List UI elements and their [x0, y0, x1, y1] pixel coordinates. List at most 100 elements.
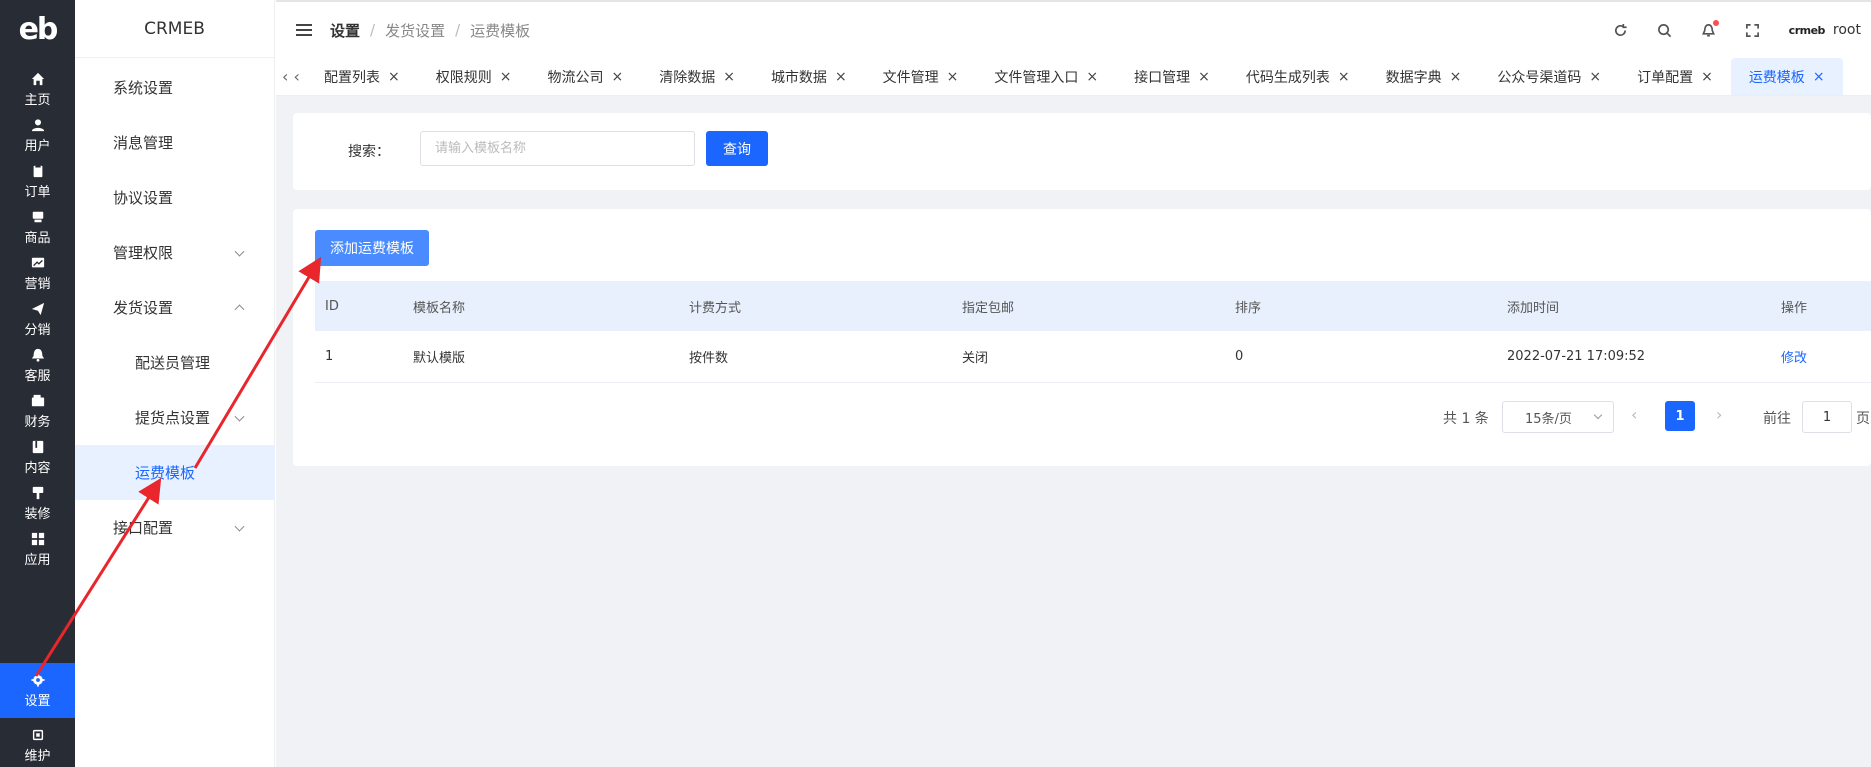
top-header: 设置 / 发货设置 / 运费模板 crmeb root [276, 0, 1871, 58]
tab-city-data[interactable]: 城市数据 × [753, 58, 865, 95]
page-size-value: 15条/页 [1525, 411, 1572, 427]
tab-permission-rules[interactable]: 权限规则 × [418, 58, 530, 95]
rail-item-apps[interactable]: 应用 [0, 522, 75, 577]
edit-link[interactable]: 修改 [1781, 347, 1807, 366]
home-icon [31, 72, 44, 85]
chevron-down-icon [234, 246, 245, 257]
tab-label: 运费模板 [1748, 69, 1805, 86]
submenu-item-label: 系统设置 [113, 79, 174, 97]
close-icon[interactable]: × [1813, 69, 1825, 85]
tab-file-management-entry[interactable]: 文件管理入口 × [976, 58, 1116, 95]
breadcrumb-item: 运费模板 [470, 21, 531, 40]
wallet-icon [31, 394, 44, 406]
close-icon[interactable]: × [388, 69, 400, 85]
tab-code-generation-list[interactable]: 代码生成列表 × [1228, 58, 1368, 95]
tab-order-config[interactable]: 订单配置 × [1619, 58, 1731, 95]
tab-label: 代码生成列表 [1245, 69, 1330, 86]
submenu-item-label: 管理权限 [113, 244, 174, 262]
tab-label: 数据字典 [1385, 69, 1442, 86]
tab-data-dictionary[interactable]: 数据字典 × [1368, 58, 1480, 95]
close-icon[interactable]: × [1701, 69, 1713, 85]
chevron-down-icon [1593, 410, 1603, 420]
submenu-item-api-config[interactable]: 接口配置 [75, 500, 275, 555]
user-avatar-logo[interactable]: crmeb [1789, 24, 1826, 37]
notification-button[interactable] [1687, 2, 1731, 58]
rail-item-label: 应用 [24, 552, 51, 568]
marketing-icon [31, 257, 44, 267]
username[interactable]: root [1833, 22, 1861, 38]
close-icon[interactable]: × [1198, 69, 1210, 85]
refresh-button[interactable] [1599, 2, 1643, 58]
prev-page-button[interactable]: ‹ [1631, 405, 1637, 424]
column-header-name: 模板名称 [413, 300, 466, 316]
template-table-card: 添加运费模板 ID 模板名称 计费方式 指定包邮 排序 添加时间 操作 1 默认… [293, 209, 1871, 466]
rail-item-settings[interactable]: 设置 [0, 663, 75, 718]
page-suffix-label: 页 [1856, 411, 1870, 427]
add-shipping-template-button[interactable]: 添加运费模板 [315, 230, 429, 266]
submenu-item-courier-management[interactable]: 配送员管理 [75, 335, 275, 390]
cell-billing: 按件数 [689, 351, 729, 366]
chevron-up-icon [234, 303, 245, 314]
page-size-select[interactable]: 15条/页 [1502, 401, 1614, 433]
next-page-button[interactable]: › [1716, 405, 1722, 424]
header-actions: crmeb root [1599, 2, 1861, 58]
app-logo[interactable]: eb [0, 0, 75, 58]
submenu-item-label: 提货点设置 [135, 409, 211, 427]
close-icon[interactable]: × [1338, 69, 1350, 85]
rail-item-label: 营销 [24, 276, 51, 292]
close-icon[interactable]: × [947, 69, 959, 85]
submenu-item-label: 运费模板 [135, 464, 196, 482]
tab-logistics-company[interactable]: 物流公司 × [529, 58, 641, 95]
query-button[interactable]: 查询 [706, 131, 768, 166]
breadcrumb: 设置 / 发货设置 / 运费模板 [330, 20, 530, 41]
search-label: 搜索： [348, 144, 390, 160]
submenu-item-message-management[interactable]: 消息管理 [75, 115, 275, 170]
breadcrumb-item[interactable]: 设置 [330, 20, 360, 41]
close-icon[interactable]: × [723, 69, 735, 85]
submenu-item-permissions[interactable]: 管理权限 [75, 225, 275, 280]
submenu-item-agreement-settings[interactable]: 协议设置 [75, 170, 275, 225]
table-header: ID 模板名称 计费方式 指定包邮 排序 添加时间 操作 [315, 281, 1871, 331]
close-icon[interactable]: × [500, 69, 512, 85]
rail-item-maintenance[interactable]: 维护 [0, 718, 75, 767]
menu-toggle-icon[interactable] [296, 24, 312, 36]
rail-item-label: 客服 [24, 368, 51, 384]
page-number-current[interactable]: 1 [1665, 401, 1695, 431]
breadcrumb-item[interactable]: 发货设置 [385, 20, 445, 41]
tab-config-list[interactable]: 配置列表 × [306, 58, 418, 95]
tab-label: 文件管理 [882, 69, 939, 86]
tab-wechat-channel-code[interactable]: 公众号渠道码 × [1479, 58, 1619, 95]
close-icon[interactable]: × [611, 69, 623, 85]
submenu-item-label: 消息管理 [113, 134, 174, 152]
close-icon[interactable]: × [1086, 69, 1098, 85]
rail-item-label: 维护 [24, 748, 51, 764]
close-icon[interactable]: × [1450, 69, 1462, 85]
tab-shipping-template[interactable]: 运费模板 × [1730, 58, 1843, 95]
tab-api-management[interactable]: 接口管理 × [1116, 58, 1228, 95]
tab-label: 文件管理入口 [994, 69, 1079, 86]
tab-clear-data[interactable]: 清除数据 × [641, 58, 753, 95]
cell-created: 2022-07-21 17:09:52 [1507, 349, 1646, 364]
tabs-scroll-left-icon[interactable]: ‹ ‹ [276, 67, 306, 86]
gear-icon [30, 672, 45, 687]
tab-file-management[interactable]: 文件管理 × [865, 58, 977, 95]
search-button[interactable] [1643, 2, 1687, 58]
template-name-search-input[interactable] [420, 131, 695, 166]
main-nav-rail: eb 主页 用户 订单 商品 营销 分销 客服 财务 内容 装修 应用 设置 维… [0, 0, 75, 767]
column-header-sort: 排序 [1235, 300, 1262, 316]
rail-item-label: 设置 [24, 693, 51, 709]
submenu-title: CRMEB [75, 0, 274, 58]
close-icon[interactable]: × [835, 69, 847, 85]
submenu-item-shipping-settings[interactable]: 发货设置 [75, 280, 275, 335]
tab-label: 接口管理 [1134, 69, 1191, 86]
rail-item-label: 商品 [24, 230, 51, 246]
fullscreen-icon [1746, 23, 1760, 37]
close-icon[interactable]: × [1589, 69, 1601, 85]
submenu-item-pickup-point-settings[interactable]: 提货点设置 [75, 390, 275, 445]
goto-page-input[interactable] [1802, 401, 1852, 433]
fullscreen-button[interactable] [1731, 2, 1775, 58]
submenu-item-shipping-template[interactable]: 运费模板 [75, 445, 275, 500]
cell-name: 默认模版 [413, 351, 466, 366]
settings-submenu: CRMEB 系统设置 消息管理 协议设置 管理权限 发货设置 配送员管理 提货点… [75, 0, 275, 767]
submenu-item-system-settings[interactable]: 系统设置 [75, 60, 275, 115]
